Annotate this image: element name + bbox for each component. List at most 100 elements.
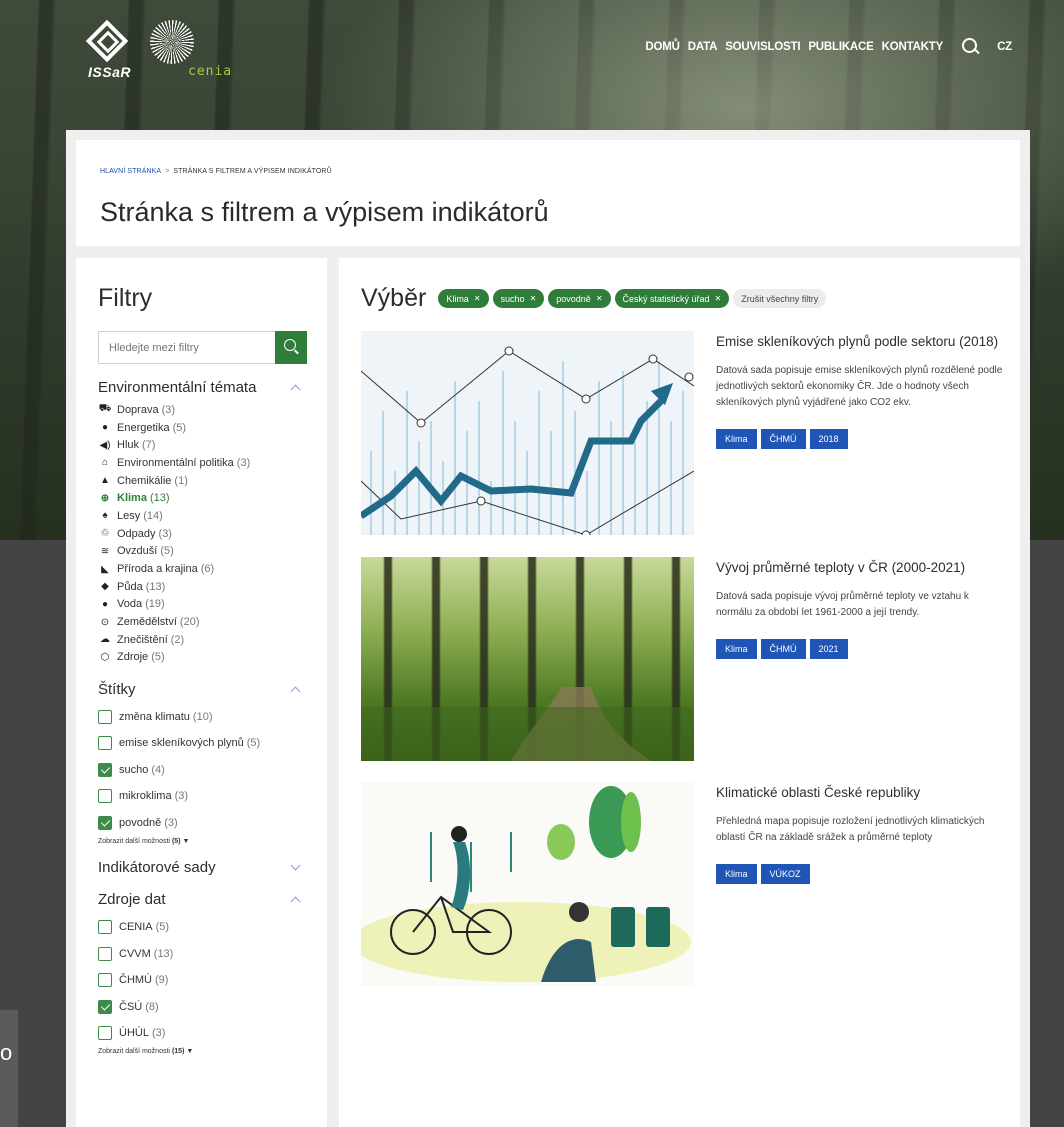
checkbox[interactable] — [98, 920, 112, 935]
close-icon[interactable]: ✕ — [474, 294, 481, 303]
nav-home[interactable]: DOMŮ — [645, 41, 680, 53]
env-topics-header[interactable]: Environmentální témata — [98, 378, 307, 396]
result-tag[interactable]: 2021 — [809, 639, 848, 659]
env-topic-item[interactable]: ◣ Příroda a krajina (6) — [98, 560, 307, 578]
sources-show-more[interactable]: Zobrazit další možnosti (15) ▼ — [98, 1048, 307, 1055]
tags-title: Štítky — [98, 680, 136, 698]
result-tag[interactable]: 2018 — [809, 429, 848, 449]
tags-header[interactable]: Štítky — [98, 680, 307, 698]
filter-chip[interactable]: Klima ✕ — [438, 289, 489, 308]
source-label: ÚHÚL — [119, 1027, 149, 1040]
indicator-sets-header[interactable]: Indikátorové sady — [98, 859, 307, 877]
env-topic-count: (20) — [179, 616, 200, 629]
pollution-icon: ☁ — [100, 634, 110, 646]
close-icon[interactable]: ✕ — [715, 294, 722, 303]
env-topic-item[interactable]: ▲ Chemikálie (1) — [98, 472, 307, 490]
env-topic-count: (14) — [143, 509, 163, 522]
source-item[interactable]: ČHMÚ (9) — [98, 967, 307, 994]
tag-item[interactable]: sucho (4) — [98, 756, 307, 783]
result-card[interactable]: Vývoj průměrné teploty v ČR (2000-2021) … — [361, 557, 1001, 761]
result-card[interactable]: Emise skleníkových plynů podle sektoru (… — [361, 331, 1003, 535]
tag-item[interactable]: povodně (3) — [98, 809, 307, 836]
env-topic-item[interactable]: ● Energetika (5) — [98, 419, 307, 437]
checkbox[interactable] — [98, 973, 112, 988]
env-topic-label: Hluk — [117, 439, 140, 452]
env-topic-item[interactable]: ≋ Ovzduší (5) — [98, 543, 307, 561]
env-topic-item[interactable]: ⊕ Klima (13) — [98, 489, 307, 507]
checkbox[interactable] — [98, 709, 112, 724]
checkbox[interactable] — [98, 815, 112, 830]
tag-label: změna klimatu — [119, 710, 190, 723]
result-tag[interactable]: Klima — [716, 429, 757, 449]
result-tag[interactable]: ČHMÚ — [760, 639, 806, 659]
nav-contacts[interactable]: KONTAKTY — [882, 41, 944, 53]
checkbox[interactable] — [98, 736, 112, 751]
source-item[interactable]: CVVM (13) — [98, 940, 307, 967]
sources-header[interactable]: Zdroje dat — [98, 891, 307, 909]
search-icon[interactable] — [959, 36, 981, 58]
checkbox[interactable] — [98, 1026, 112, 1041]
close-icon[interactable]: ✕ — [530, 294, 537, 303]
side-tab[interactable]: o — [0, 1010, 18, 1127]
checkbox[interactable] — [98, 762, 112, 777]
checkbox[interactable] — [98, 789, 112, 804]
result-image-chart[interactable] — [361, 331, 694, 535]
result-card[interactable]: Klimatické oblasti České republiky Přehl… — [361, 782, 1001, 986]
close-icon[interactable]: ✕ — [596, 294, 603, 303]
filter-chip-label: sucho — [500, 293, 525, 304]
env-topic-item[interactable]: ⛟ Doprava (3) — [98, 401, 307, 419]
source-item[interactable]: ÚHÚL (3) — [98, 1020, 307, 1047]
env-topic-item[interactable]: ⬡ Zdroje (5) — [98, 649, 307, 667]
result-image-illustration[interactable] — [361, 782, 694, 986]
result-tag[interactable]: Klima — [716, 639, 757, 659]
tags-show-more[interactable]: Zobrazit další možnosti (5) ▼ — [98, 838, 307, 845]
filter-search-button[interactable] — [275, 331, 307, 364]
result-image-forest[interactable] — [361, 557, 694, 761]
env-topic-count: (2) — [170, 633, 185, 646]
env-topic-item[interactable]: ◀) Hluk (7) — [98, 436, 307, 454]
chevron-up-icon — [290, 896, 301, 907]
env-topic-item[interactable]: ☁ Znečištění (2) — [98, 631, 307, 649]
tag-item[interactable]: změna klimatu (10) — [98, 703, 307, 730]
env-topic-item[interactable]: ♠ Lesy (14) — [98, 507, 307, 525]
soil-icon: ◆ — [101, 581, 109, 593]
result-title[interactable]: Emise skleníkových plynů podle sektoru (… — [716, 333, 1003, 351]
result-tag[interactable]: Klima — [716, 864, 757, 884]
wind-icon: ≋ — [100, 545, 110, 557]
nav-data[interactable]: DATA — [688, 41, 718, 53]
language-switch[interactable]: CZ — [997, 41, 1012, 53]
clear-filters-button[interactable]: Zrušit všechny filtry — [733, 289, 827, 308]
cenia-logo-text: cenia — [188, 64, 233, 79]
breadcrumb-home[interactable]: HLAVNÍ STRÁNKA — [100, 168, 161, 175]
checkbox[interactable] — [98, 946, 112, 961]
result-title[interactable]: Vývoj průměrné teploty v ČR (2000-2021) — [716, 559, 1003, 577]
source-item[interactable]: CENIA (5) — [98, 914, 307, 941]
filter-chip[interactable]: sucho ✕ — [492, 289, 545, 308]
result-tag[interactable]: VÚKOZ — [760, 864, 810, 884]
filter-search-input[interactable] — [98, 331, 275, 364]
env-topic-item[interactable]: ♲ Odpady (3) — [98, 525, 307, 543]
tag-item[interactable]: emise skleníkových plynů (5) — [98, 730, 307, 757]
tag-item[interactable]: mikroklima (3) — [98, 783, 307, 810]
filter-chip[interactable]: povodně ✕ — [548, 289, 611, 308]
source-item[interactable]: ČSÚ (8) — [98, 993, 307, 1020]
env-topic-label: Lesy — [117, 509, 141, 522]
env-topic-item[interactable]: ● Voda (19) — [98, 596, 307, 614]
checkbox[interactable] — [98, 999, 112, 1014]
cenia-logo[interactable]: cenia — [144, 16, 234, 80]
speaker-icon: ◀) — [99, 439, 111, 451]
title-card: HLAVNÍ STRÁNKA > STRÁNKA S FILTREM A VÝPIS… — [66, 130, 1030, 250]
tag-count: (4) — [151, 763, 165, 776]
env-topic-item[interactable]: ⊙ Zemědělství (20) — [98, 613, 307, 631]
result-title[interactable]: Klimatické oblasti České republiky — [716, 784, 1003, 802]
env-topic-count: (13) — [145, 580, 166, 593]
nav-relations[interactable]: SOUVISLOSTI — [725, 41, 800, 53]
filter-chip[interactable]: Český statistický úřad ✕ — [614, 289, 730, 308]
env-topic-item[interactable]: ⌂ Environmentální politika (3) — [98, 454, 307, 472]
nav-publications[interactable]: PUBLIKACE — [808, 41, 873, 53]
issar-logo[interactable]: ISSaR — [84, 19, 136, 80]
result-tag[interactable]: ČHMÚ — [760, 429, 806, 449]
result-description: Datová sada popisuje emise skleníkových … — [716, 365, 1003, 408]
env-topic-item[interactable]: ◆ Půda (13) — [98, 578, 307, 596]
sources-list: CENIA (5) CVVM (13) ČHMÚ (9) ČSÚ (8) ÚHÚL (3) — [98, 914, 307, 1047]
